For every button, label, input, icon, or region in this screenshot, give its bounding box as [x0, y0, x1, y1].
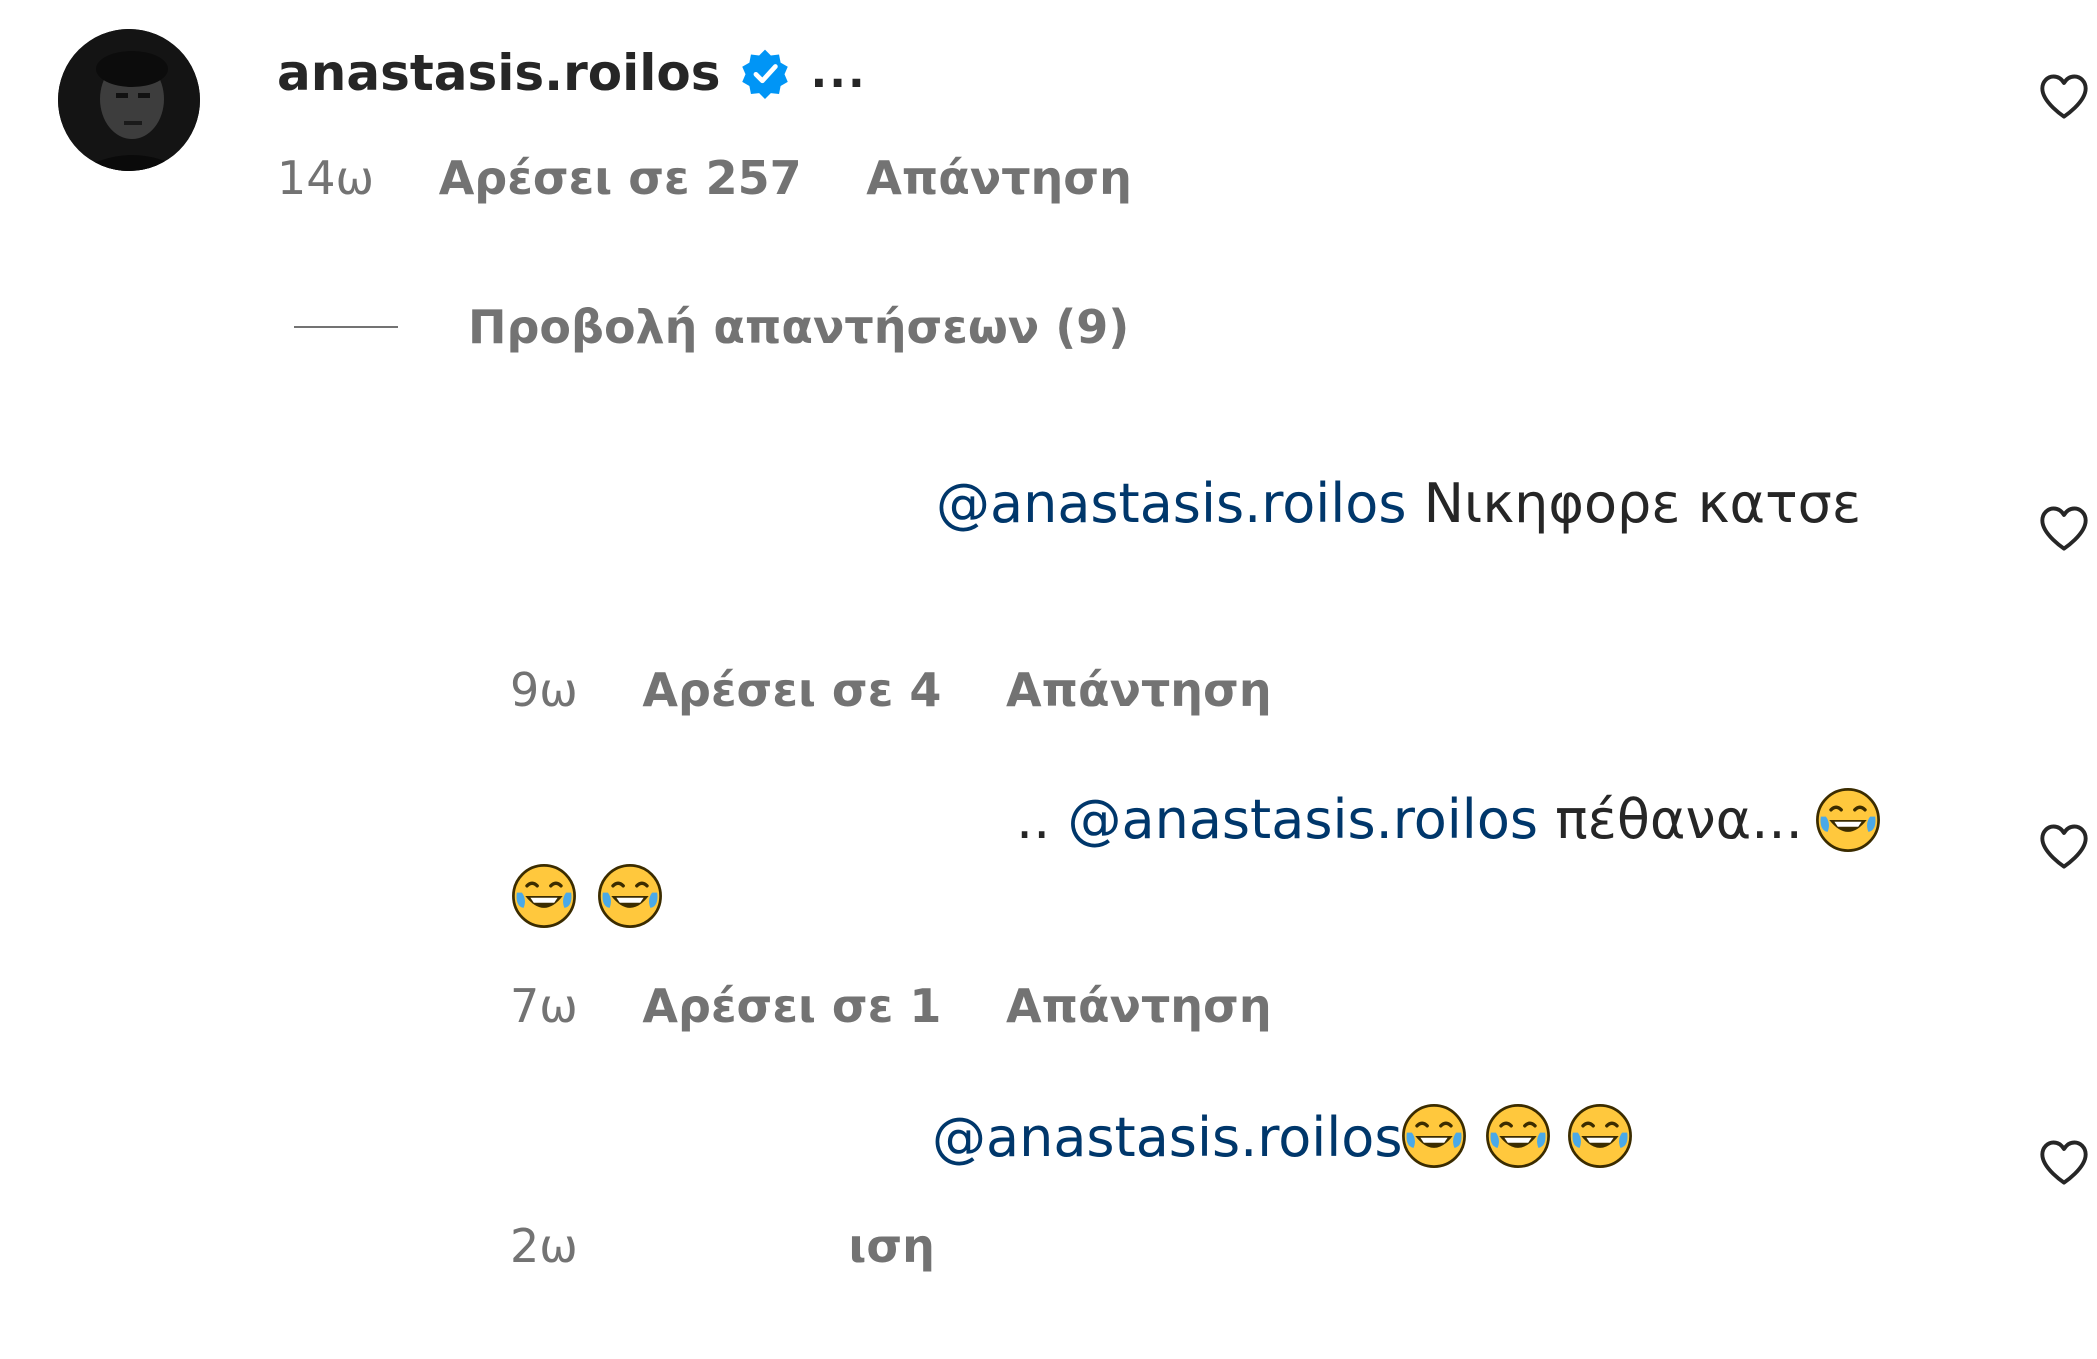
reply-1-meta: 9ω Αρέσει σε 4 Απάντηση — [510, 660, 1272, 720]
comment-username[interactable]: anastasis.roilos — [277, 38, 721, 108]
reply-1-time[interactable]: 9ω — [510, 660, 578, 720]
reply-2-likes[interactable]: Αρέσει σε 1 — [642, 976, 941, 1036]
more-options-button[interactable]: ... — [811, 38, 867, 108]
verified-badge-icon — [741, 49, 788, 99]
view-replies-button[interactable]: Προβολή απαντήσεων (9) — [294, 300, 1129, 354]
comment-meta: 14ω Αρέσει σε 257 Απάντηση — [277, 148, 1132, 208]
reply-1-reply-button[interactable]: Απάντηση — [1006, 660, 1272, 720]
reply-3-meta: 2ω ιση — [510, 1216, 935, 1276]
comment-reply-button[interactable]: Απάντηση — [866, 148, 1132, 208]
reply-3-time[interactable]: 2ω — [510, 1216, 578, 1276]
reply-2-mention[interactable]: @anastasis.roilos — [1068, 788, 1538, 851]
laughing-emoji-icon — [598, 864, 662, 928]
view-replies-divider — [294, 326, 398, 328]
reply-1-text: @anastasis.roilos Νικηφορε κατσε — [936, 468, 1861, 540]
laughing-emoji-icon — [1816, 788, 1880, 852]
laughing-emoji-icon — [512, 864, 576, 928]
heart-icon[interactable] — [2038, 1138, 2090, 1186]
laughing-emoji-icon — [1486, 1104, 1550, 1168]
laughing-emoji-icon — [1402, 1104, 1466, 1168]
reply-2-body: πέθανα... — [1538, 788, 1803, 851]
comment-header: anastasis.roilos ... — [277, 38, 867, 108]
view-replies-label: Προβολή απαντήσεων (9) — [468, 300, 1130, 354]
comment-time[interactable]: 14ω — [277, 148, 374, 208]
reply-1-likes[interactable]: Αρέσει σε 4 — [642, 660, 941, 720]
reply-3-reply-button[interactable]: ιση — [848, 1216, 935, 1276]
reply-3-text: @anastasis.roilos — [932, 1102, 1402, 1174]
heart-icon[interactable] — [2038, 72, 2090, 120]
reply-2-prefix: .. — [1016, 788, 1051, 851]
reply-2-time[interactable]: 7ω — [510, 976, 578, 1036]
heart-icon[interactable] — [2038, 504, 2090, 552]
laughing-emoji-icon — [1568, 1104, 1632, 1168]
reply-2-meta: 7ω Αρέσει σε 1 Απάντηση — [510, 976, 1272, 1036]
reply-1-body: Νικηφορε κατσε — [1406, 472, 1862, 535]
heart-icon[interactable] — [2038, 822, 2090, 870]
avatar-photo — [58, 29, 200, 171]
avatar[interactable] — [58, 29, 200, 171]
comment-likes[interactable]: Αρέσει σε 257 — [439, 148, 802, 208]
reply-3-mention[interactable]: @anastasis.roilos — [932, 1106, 1402, 1169]
reply-2-reply-button[interactable]: Απάντηση — [1006, 976, 1272, 1036]
reply-1-mention[interactable]: @anastasis.roilos — [936, 472, 1406, 535]
reply-2-text: .. @anastasis.roilos πέθανα... — [1016, 784, 1803, 856]
